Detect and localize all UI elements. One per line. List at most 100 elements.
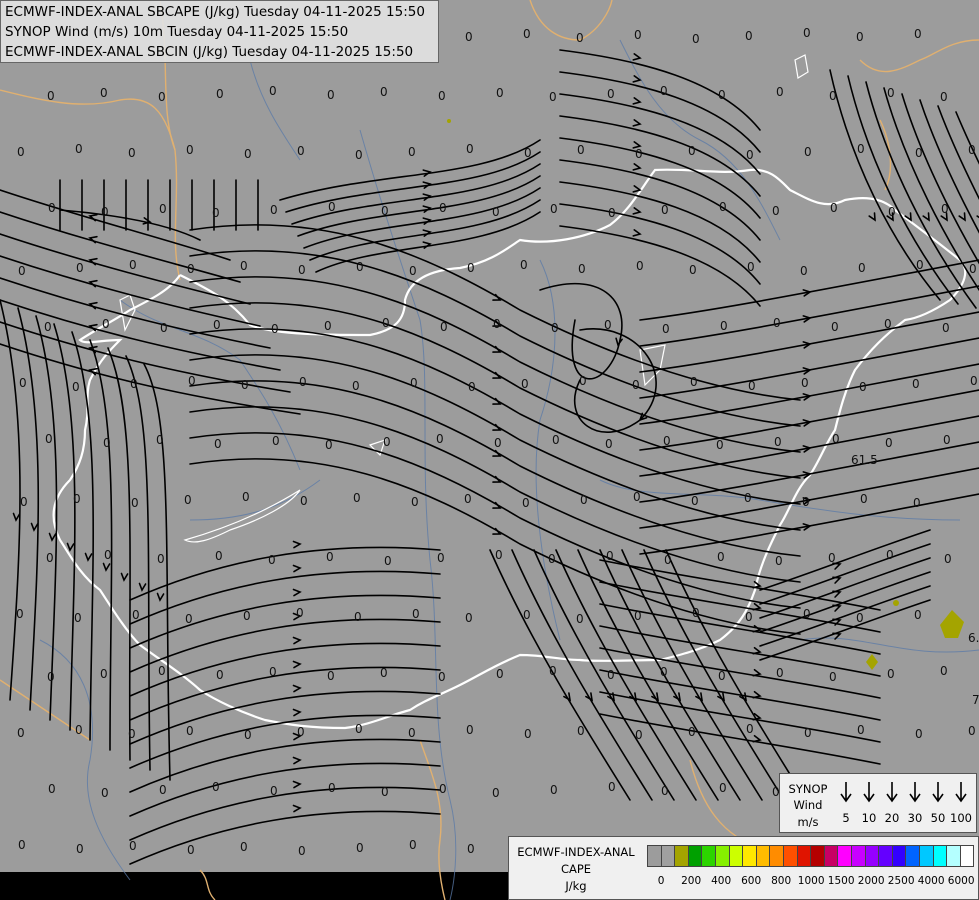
streamline-arrow [66, 542, 75, 552]
cin-zero-label: 0 [128, 727, 136, 741]
cin-zero-label: 0 [436, 432, 444, 446]
cin-zero-label: 0 [188, 374, 196, 388]
cin-zero-label: 0 [19, 376, 27, 390]
cape-swatch [701, 845, 716, 867]
cin-zero-label: 0 [914, 608, 922, 622]
cin-zero-label: 0 [915, 146, 923, 160]
outer-borders [0, 0, 979, 900]
streamline [639, 285, 979, 347]
cin-zero-label: 0 [577, 143, 585, 157]
cin-zero-label: 0 [748, 379, 756, 393]
cin-zero-label: 0 [606, 549, 614, 563]
cape-tick-label: 400 [711, 875, 732, 887]
streamline-arrow [958, 212, 966, 222]
cin-zero-label: 0 [352, 379, 360, 393]
map-canvas: 0 0 0 0 0 0 0 0 0 0 0 0 0 0 0 0 0 0 0 0 0 0 0 0 0 0 0 0 0 0 0 0 0 0 0 0 0 0 0 0… [0, 0, 979, 900]
cin-zero-label: 0 [524, 146, 532, 160]
synop-speed-100: 100 [950, 811, 972, 825]
streamline-arrow [632, 163, 642, 171]
cin-zero-label: 0 [550, 783, 558, 797]
streamline [129, 762, 441, 817]
cin-zero-label: 0 [186, 143, 194, 157]
cape-tick-label: 6000 [947, 875, 975, 887]
cin-zero-label: 0 [744, 491, 752, 505]
cin-zero-label: 0 [801, 376, 809, 390]
streamline-arrow [156, 592, 165, 602]
cape-swatch [905, 845, 920, 867]
streamline-arrow [292, 708, 302, 717]
cin-zero-label: 0 [216, 87, 224, 101]
cin-zero-label: 0 [551, 321, 559, 335]
streamline [129, 786, 441, 841]
streamline-arrow [632, 229, 642, 237]
cin-zero-label: 0 [103, 436, 111, 450]
cin-zero-label: 0 [438, 670, 446, 684]
cin-zero-label: 0 [324, 319, 332, 333]
cin-zero-label: 0 [856, 30, 864, 44]
cin-zero-label: 0 [158, 664, 166, 678]
cin-zero-label: 0 [269, 665, 277, 679]
cin-zero-label: 0 [521, 377, 529, 391]
cin-zero-label: 0 [128, 146, 136, 160]
cin-zero-label: 0 [354, 610, 362, 624]
streamline-arrow [12, 512, 21, 522]
cin-zero-label: 0 [607, 87, 615, 101]
streamline-arrow [632, 207, 642, 215]
cin-zero-label: 0 [635, 728, 643, 742]
streamline [0, 299, 21, 701]
cin-zero-label: 0 [75, 723, 83, 737]
cin-zero-label: 0 [857, 723, 865, 737]
cape-swatch [674, 845, 689, 867]
cin-zero-label: 0 [719, 781, 727, 795]
cin-zero-label: 0 [774, 435, 782, 449]
cin-zero-label: 0 [913, 496, 921, 510]
cin-zero-label: 0 [524, 727, 532, 741]
cape-swatch [728, 845, 744, 867]
cin-zero-label: 0 [831, 320, 839, 334]
cin-zero-label: 0 [663, 434, 671, 448]
cin-zero-label: 0 [660, 665, 668, 679]
cin-zero-label: 0 [576, 612, 584, 626]
cin-zero-label: 0 [408, 726, 416, 740]
title-line-synop-wind: SYNOP Wind (m/s) 10m Tuesday 04-11-2025 … [5, 24, 349, 40]
cin-zero-label: 0 [692, 606, 700, 620]
streamline-arrow [832, 576, 842, 584]
cin-zero-label: 0 [860, 492, 868, 506]
cin-zero-label: 0 [773, 316, 781, 330]
cape-tick-label: 800 [771, 875, 792, 887]
cape-tick-label: 1000 [797, 875, 825, 887]
cape-swatch [783, 845, 798, 867]
cape-tick-label: 4000 [917, 875, 945, 887]
cin-zero-label: 0 [552, 433, 560, 447]
cin-zero-label: 0 [549, 90, 557, 104]
cin-zero-label: 0 [632, 378, 640, 392]
streamline-arrow [922, 212, 930, 222]
cin-zero-label: 0 [129, 258, 137, 272]
cin-zero-label: 0 [969, 262, 977, 276]
cin-zero-label: 0 [46, 551, 54, 565]
cape-tick-label: 2000 [857, 875, 885, 887]
cin-zero-label: 0 [775, 554, 783, 568]
wind-arrow-icon [863, 782, 875, 803]
cin-zero-label: 0 [355, 148, 363, 162]
cin-zero-label: 0 [884, 317, 892, 331]
cin-zero-label: 0 [328, 781, 336, 795]
cape-swatch [946, 845, 961, 867]
synop-wind-legend: SYNOP Wind m/s 5 10 20 30 50 100 [779, 773, 977, 833]
cape-swatch [891, 845, 907, 867]
wind-streamlines [0, 49, 979, 865]
streamline [639, 337, 979, 399]
streamline [599, 559, 881, 611]
cin-zero-label: 0 [608, 780, 616, 794]
cin-zero-label: 0 [300, 494, 308, 508]
cin-zero-label: 0 [411, 495, 419, 509]
streamline-arrow [632, 53, 642, 61]
cin-zero-label: 0 [718, 88, 726, 102]
cin-zero-label: 0 [520, 258, 528, 272]
cin-zero-label: 0 [970, 374, 978, 388]
cin-zero-label: 0 [270, 203, 278, 217]
cin-zero-label: 0 [47, 89, 55, 103]
cin-zero-label: 0 [829, 89, 837, 103]
streamline [129, 618, 441, 673]
weather-map: 0 0 0 0 0 0 0 0 0 0 0 0 0 0 0 0 0 0 0 0 0 0 0 0 0 0 0 0 0 0 0 0 0 0 0 0 0 0 0 0… [0, 0, 979, 900]
